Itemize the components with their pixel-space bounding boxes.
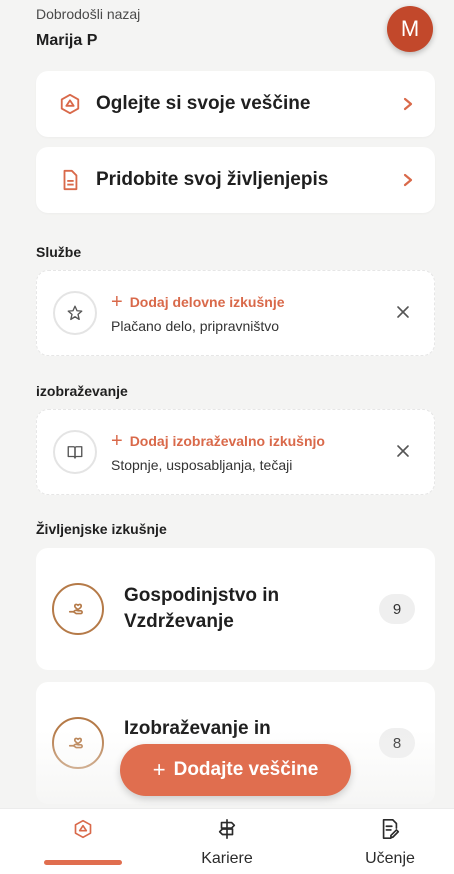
star-icon	[53, 291, 97, 335]
get-resume-label: Pridobite svoj življenjepis	[96, 169, 329, 190]
work-experience-subtitle: Plačano delo, pripravništvo	[111, 318, 280, 334]
add-work-experience-card[interactable]: + Dodaj delovne izkušnje Plačano delo, p…	[36, 270, 435, 356]
plus-icon: +	[111, 291, 123, 313]
add-skills-button[interactable]: + Dodajte veščine	[120, 744, 351, 796]
life-experience-title: Gospodinjstvo in Vzdrževanje	[124, 585, 280, 632]
add-education-label: Dodaj izobraževalno izkušnjo	[129, 433, 325, 449]
avatar[interactable]: M	[387, 6, 433, 52]
document-icon	[58, 168, 82, 192]
notes-icon	[378, 817, 402, 841]
nav-active-indicator	[44, 860, 122, 865]
add-work-experience-link[interactable]: + Dodaj delovne izkušnje	[111, 292, 396, 312]
signpost-icon	[215, 817, 239, 841]
skill-count-badge: 9	[379, 594, 415, 624]
nav-item-learning[interactable]: Učenje	[330, 809, 450, 874]
life-experience-card[interactable]: Gospodinjstvo in Vzdrževanje 9	[36, 548, 435, 670]
nav-label-learning: Učenje	[365, 850, 415, 867]
welcome-text: Dobrodošli nazaj	[36, 6, 141, 22]
view-skills-label: Oglejte si svoje veščine	[96, 93, 311, 114]
skills-hexagon-icon	[58, 92, 82, 116]
nav-item-careers[interactable]: Kariere	[167, 809, 287, 874]
chevron-right-icon	[401, 173, 415, 187]
plus-icon: +	[152, 757, 166, 782]
skills-hexagon-icon	[71, 817, 95, 841]
user-name: Marija P	[36, 32, 98, 49]
close-icon[interactable]	[396, 305, 412, 321]
education-subtitle: Stopnje, usposabljanja, tečaji	[111, 457, 293, 473]
plus-icon: +	[111, 430, 123, 452]
get-resume-card[interactable]: Pridobite svoj življenjepis	[36, 147, 435, 213]
view-skills-card[interactable]: Oglejte si svoje veščine	[36, 71, 435, 137]
close-icon[interactable]	[396, 444, 412, 460]
section-title-life: Življenjske izkušnje	[36, 521, 167, 537]
section-title-education: izobraževanje	[36, 383, 128, 399]
chevron-right-icon	[401, 97, 415, 111]
add-skills-label: Dodajte veščine	[173, 759, 319, 780]
add-education-link[interactable]: + Dodaj izobraževalno izkušnjo	[111, 431, 396, 451]
nav-label-careers: Kariere	[201, 850, 253, 867]
add-education-card[interactable]: + Dodaj izobraževalno izkušnjo Stopnje, …	[36, 409, 435, 495]
add-work-experience-label: Dodaj delovne izkušnje	[129, 294, 285, 310]
hand-heart-icon	[52, 583, 104, 635]
book-icon	[53, 430, 97, 474]
section-title-services: Službe	[36, 244, 82, 260]
